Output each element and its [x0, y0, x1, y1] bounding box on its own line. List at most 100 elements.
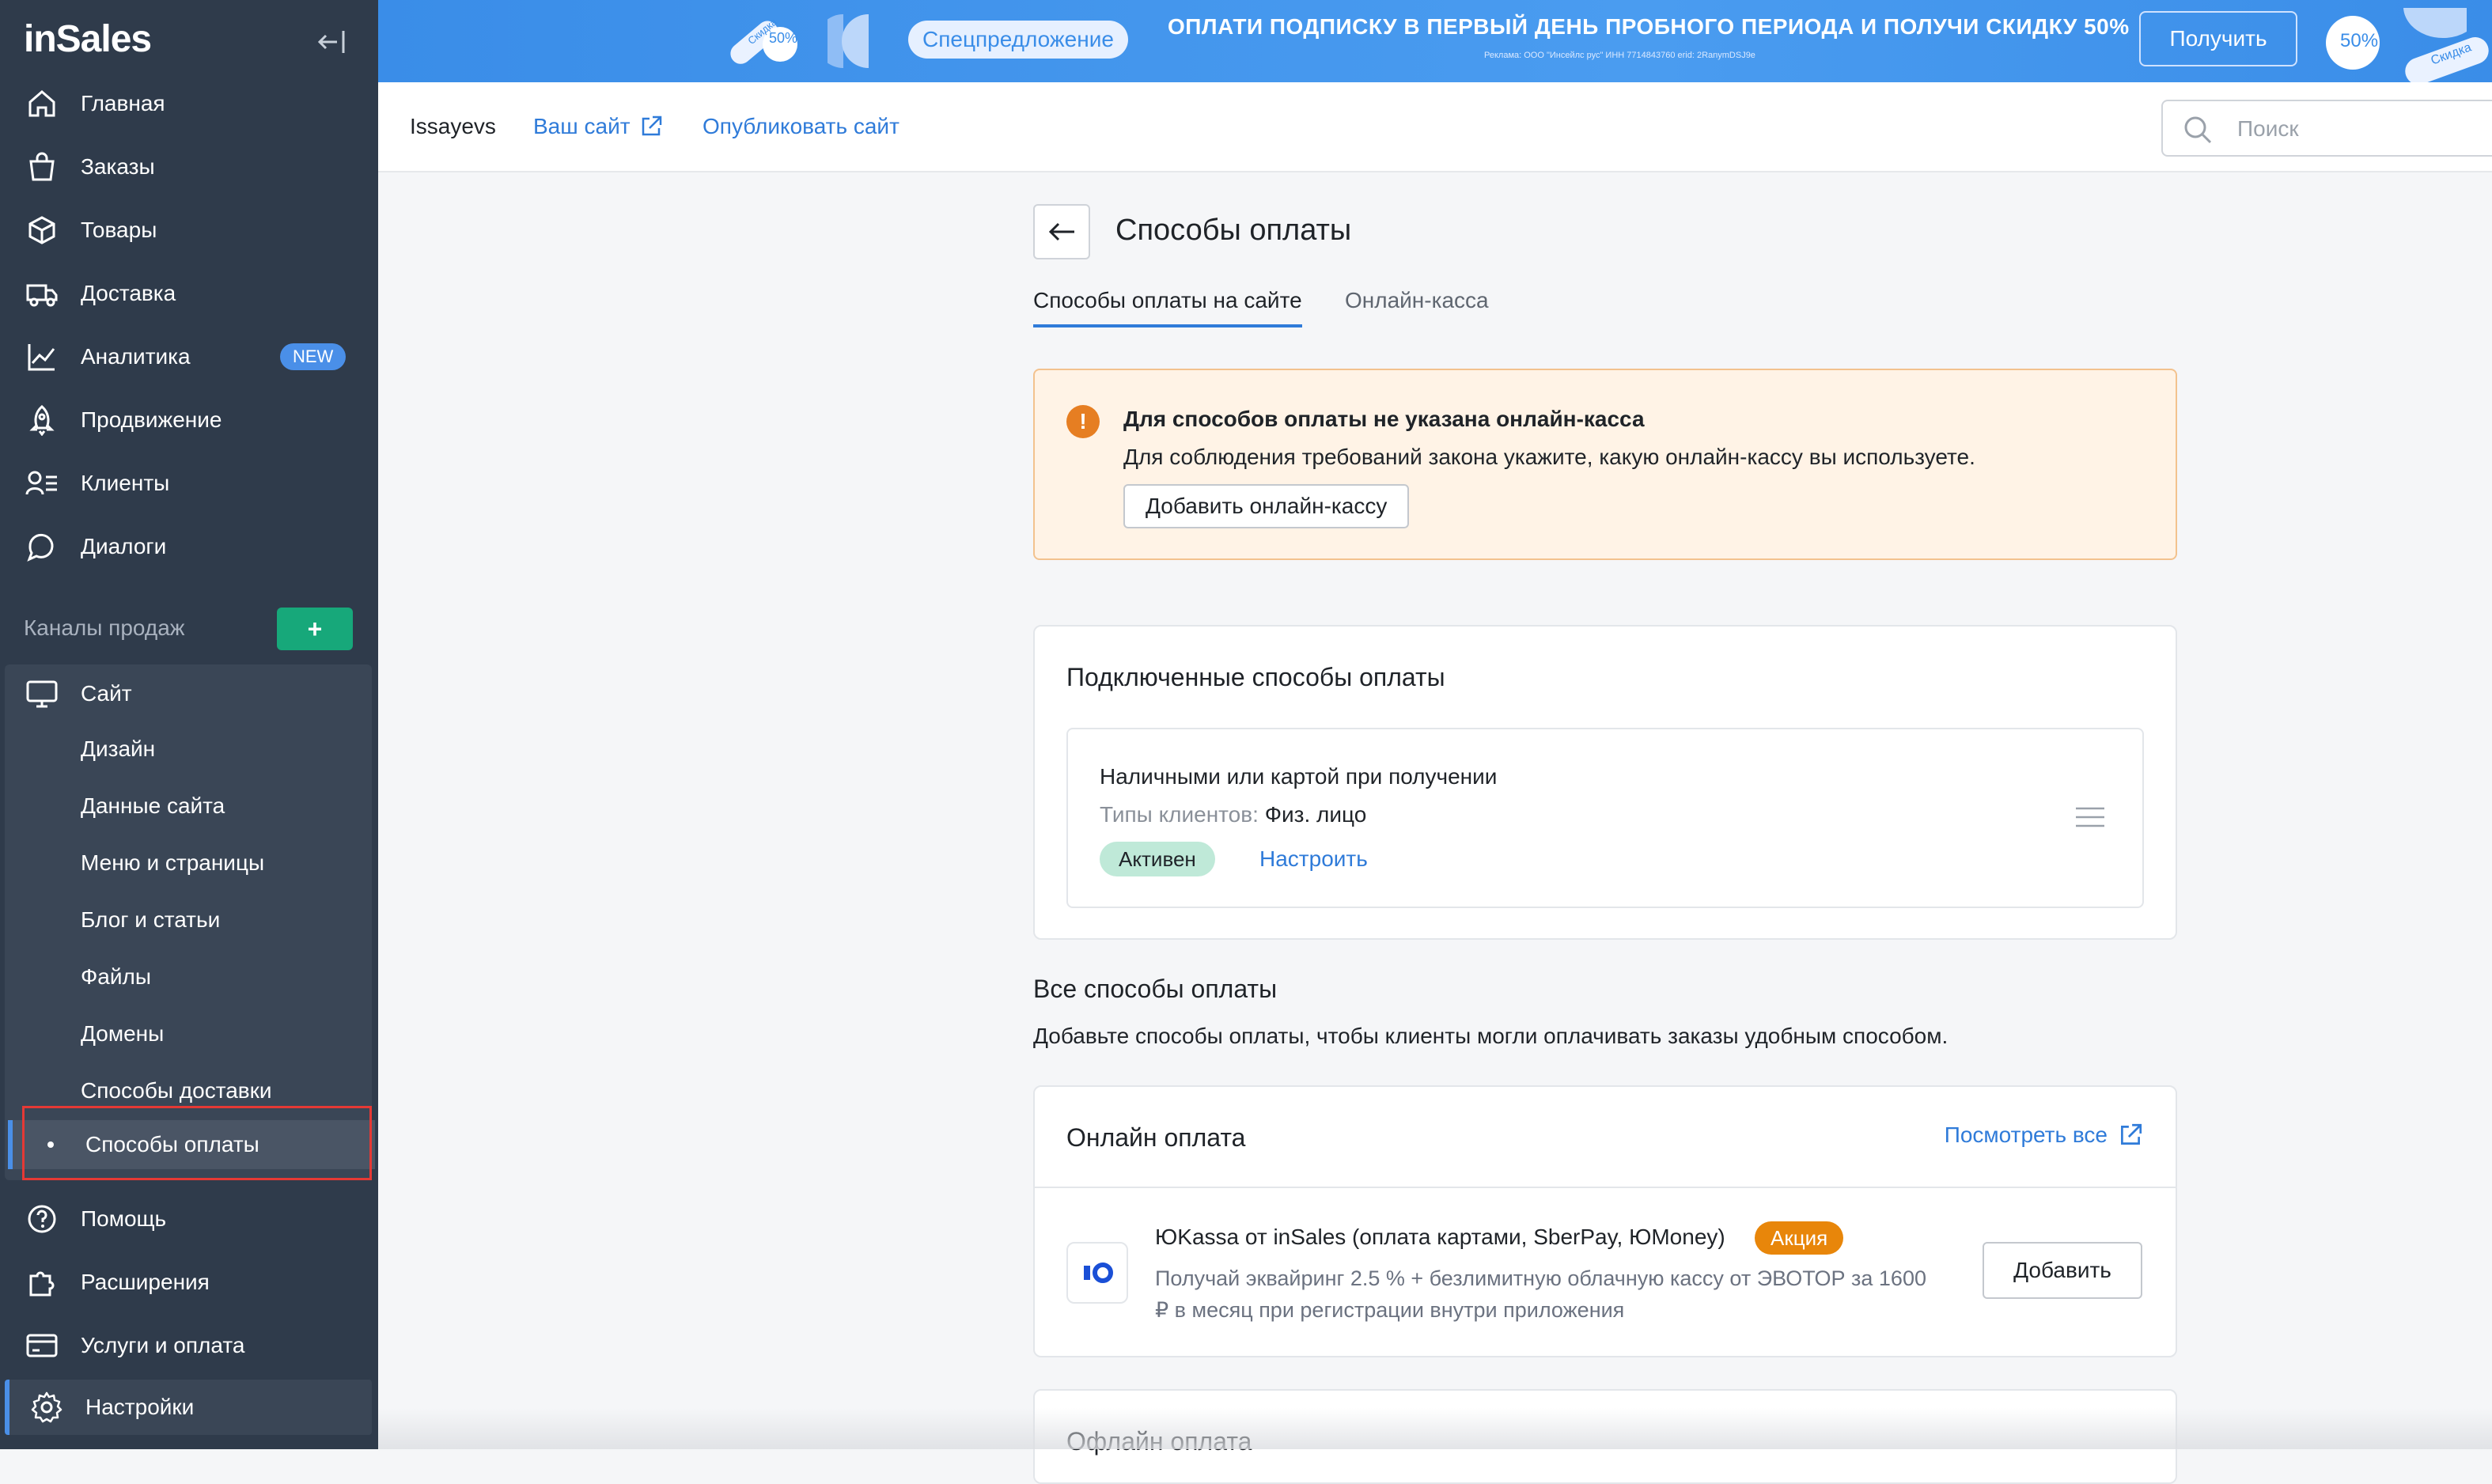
back-button[interactable]	[1033, 204, 1090, 259]
logo[interactable]: inSales	[24, 17, 152, 61]
external-link-icon	[2121, 1123, 2142, 1145]
payment-method-item: Наличными или картой при получении Типы …	[1066, 728, 2144, 908]
promo-title: ОПЛАТИ ПОДПИСКУ В ПЕРВЫЙ ДЕНЬ ПРОБНОГО П…	[1168, 14, 2130, 39]
sidebar-item-help[interactable]: Помощь	[0, 1191, 378, 1247]
sidebar-item-label: Аналитика	[81, 344, 191, 369]
collapse-icon	[317, 31, 345, 53]
sidebar-subitem-files[interactable]: Файлы	[0, 952, 378, 1001]
sidebar-subitem-label: Дизайн	[81, 736, 156, 761]
sidebar-item-label: Настройки	[85, 1395, 195, 1419]
sidebar-item-label: Диалоги	[81, 534, 167, 558]
sidebar-item-settings[interactable]: Настройки	[5, 1380, 372, 1435]
sidebar-item-label: Расширения	[81, 1270, 210, 1294]
sidebar-subitem-label: Файлы	[81, 964, 151, 989]
sticker-percent: 50%	[769, 30, 798, 46]
sidebar-subitem-design[interactable]: Дизайн	[0, 725, 378, 774]
sidebar-subitem-label: Способы оплаты	[85, 1132, 259, 1157]
client-types-value: Физ. лицо	[1264, 802, 1367, 827]
sidebar-item-label: Главная	[81, 91, 165, 115]
connected-methods-title: Подключенные способы оплаты	[1066, 663, 1445, 691]
sidebar-item-promotion[interactable]: Продвижение	[0, 392, 378, 448]
card-icon	[24, 1327, 60, 1364]
sidebar-subitem-payment-methods[interactable]: Способы оплаты	[8, 1120, 375, 1169]
sidebar-subitem-site-data[interactable]: Данные сайта	[0, 782, 378, 831]
page-title: Способы оплаты	[1115, 214, 1352, 247]
see-all-link[interactable]: Посмотреть все	[1945, 1122, 2144, 1149]
all-methods-subtitle: Добавьте способы оплаты, чтобы клиенты м…	[1033, 1024, 1949, 1048]
sidebar-item-home[interactable]: Главная	[0, 76, 378, 131]
tab-payment-methods-site[interactable]: Способы оплаты на сайте	[1033, 288, 1302, 327]
sidebar-item-clients[interactable]: Клиенты	[0, 456, 378, 511]
sidebar-subitem-label: Блог и статьи	[81, 907, 221, 932]
sidebar-subitem-label: Способы доставки	[81, 1078, 272, 1103]
publish-site-link[interactable]: Опубликовать сайт	[703, 114, 899, 139]
promo-badge: Акция	[1755, 1221, 1844, 1255]
account-name[interactable]: Issayevs	[410, 114, 496, 139]
chart-line-icon	[24, 339, 60, 375]
sidebar-item-analytics[interactable]: Аналитика NEW	[0, 329, 378, 384]
see-all-label: Посмотреть все	[1944, 1122, 2108, 1147]
users-icon	[24, 465, 60, 502]
sidebar-item-services-billing[interactable]: Услуги и оплата	[0, 1318, 378, 1373]
add-channel-button[interactable]: +	[277, 608, 353, 650]
all-methods-title: Все способы оплаты	[1033, 975, 1278, 1003]
sidebar-item-label: Помощь	[81, 1206, 167, 1231]
sticker-right-percent: 50%	[2340, 30, 2379, 51]
sidebar-item-dialogs[interactable]: Диалоги	[0, 519, 378, 574]
sidebar-subitem-label: Меню и страницы	[81, 850, 265, 875]
add-cashbox-button[interactable]: Добавить онлайн-кассу	[1123, 484, 1410, 528]
search-input[interactable]	[2236, 112, 2476, 146]
active-dot	[47, 1141, 54, 1148]
monitor-icon	[24, 676, 60, 712]
promo-banner[interactable]: Скидка 50% Спецпредложение ОПЛАТИ ПОДПИС…	[378, 0, 2492, 82]
connected-methods-card: Подключенные способы оплаты Наличными ил…	[1033, 625, 2177, 940]
sidebar-subitem-delivery-methods[interactable]: Способы доставки	[0, 1066, 378, 1115]
sidebar-item-label: Заказы	[81, 154, 155, 179]
tab-online-cashbox[interactable]: Онлайн-касса	[1345, 288, 1489, 313]
offline-payment-card: Офлайн оплата	[1033, 1389, 2177, 1484]
search-field[interactable]	[2161, 100, 2492, 157]
status-badge: Активен	[1100, 842, 1215, 876]
sidebar-subitem-label: Данные сайта	[81, 793, 225, 818]
divider	[1035, 1187, 2176, 1188]
your-site-link[interactable]: Ваш сайт	[533, 114, 664, 139]
sidebar-item-label: Доставка	[81, 281, 176, 305]
sales-channels-title: Каналы продаж	[24, 615, 185, 640]
sidebar-item-label: Сайт	[81, 681, 132, 706]
sidebar-item-orders[interactable]: Заказы	[0, 139, 378, 195]
decor-half-circles-icon	[828, 14, 869, 68]
client-types-label: Типы клиентов:	[1100, 802, 1259, 827]
sidebar-item-site[interactable]: Сайт	[0, 666, 378, 721]
yookassa-logo-icon	[1066, 1242, 1128, 1304]
sidebar-item-products[interactable]: Товары	[0, 203, 378, 258]
sidebar-item-delivery[interactable]: Доставка	[0, 266, 378, 321]
shopping-bag-icon	[24, 149, 60, 185]
sidebar-item-label: Продвижение	[81, 407, 222, 432]
sidebar-item-extensions[interactable]: Расширения	[0, 1255, 378, 1310]
box-icon	[24, 212, 60, 248]
collapse-sidebar-button[interactable]	[315, 27, 350, 57]
sidebar-item-label: Клиенты	[81, 471, 170, 495]
sidebar-subitem-blog[interactable]: Блог и статьи	[0, 895, 378, 945]
help-icon	[24, 1201, 60, 1237]
method-name: Наличными или картой при получении	[1100, 764, 1498, 789]
truck-icon	[24, 275, 60, 312]
top-header: Issayevs Ваш сайт Опубликовать сайт	[378, 82, 2492, 172]
offline-payment-title: Офлайн оплата	[1066, 1427, 1252, 1456]
your-site-label: Ваш сайт	[533, 114, 631, 138]
configure-link[interactable]: Настроить	[1259, 846, 1368, 872]
rocket-icon	[24, 402, 60, 438]
new-badge: NEW	[280, 343, 347, 370]
sidebar-subitem-domains[interactable]: Домены	[0, 1009, 378, 1058]
get-offer-button[interactable]: Получить	[2139, 11, 2297, 66]
search-icon	[2182, 114, 2214, 150]
online-payment-card: Онлайн оплата Посмотреть все ЮKassa от i…	[1033, 1085, 2177, 1357]
promo-fine-print: Реклама: ООО "Инсейлс рус" ИНН 771484376…	[1484, 51, 1755, 60]
warning-icon: !	[1066, 405, 1100, 438]
special-offer-chip: Спецпредложение	[908, 21, 1128, 59]
sidebar-subitem-menus-pages[interactable]: Меню и страницы	[0, 839, 378, 888]
add-provider-button[interactable]: Добавить	[1983, 1242, 2142, 1299]
sidebar: inSales Главная Заказы Товары Доставка А…	[0, 0, 378, 1449]
puzzle-icon	[24, 1264, 60, 1300]
drag-handle-icon[interactable]	[2074, 805, 2106, 833]
